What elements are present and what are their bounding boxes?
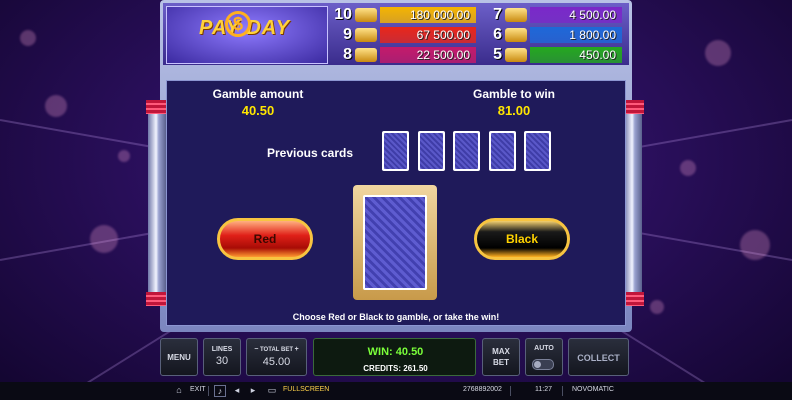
black-button[interactable]: Black <box>474 218 570 260</box>
credits-amount: CREDITS: 261.50 <box>363 364 428 373</box>
auto-button[interactable]: AUTO <box>525 338 563 376</box>
bet-increase-icon[interactable]: + <box>295 346 299 353</box>
previous-card <box>524 131 551 171</box>
paytable-symbol-count: 8 <box>343 46 352 63</box>
home-icon[interactable]: ⌂ <box>174 385 184 395</box>
previous-cards-label: Previous cards <box>266 146 354 160</box>
brand-label: NOVOMATIC <box>572 386 614 393</box>
max-bet-label-1: MAX <box>492 347 510 356</box>
paytable-prize-value: 67 500.00 <box>380 27 476 43</box>
previous-card <box>417 131 445 171</box>
right-pillar <box>622 100 644 306</box>
max-bet-button[interactable]: MAX BET <box>482 338 520 376</box>
total-bet-value: 45.00 <box>262 356 291 368</box>
exit-link[interactable]: EXIT <box>190 386 206 393</box>
paytable-prize-value: 1 800.00 <box>530 27 622 43</box>
bokeh-light <box>20 30 36 46</box>
black-button-label: Black <box>505 232 539 246</box>
gamble-to-win-label: Gamble to win <box>472 87 555 101</box>
previous-card <box>453 131 480 171</box>
total-bet-control: − TOTAL BET + 45.00 <box>246 338 307 376</box>
lines-label: LINES <box>211 346 233 353</box>
paytable-row: 9 67 500.00 <box>330 26 476 44</box>
collect-button[interactable]: COLLECT <box>568 338 629 376</box>
paytable-row: 10 180 000.00 <box>330 6 476 24</box>
paytable-symbol-count: 10 <box>334 6 352 23</box>
win-display: WIN: 40.50 CREDITS: 261.50 <box>313 338 476 376</box>
paytable-symbol-count: 7 <box>493 6 502 23</box>
sound-icon[interactable]: ♪ <box>214 385 226 397</box>
card-back <box>363 195 427 290</box>
pillar-cap <box>146 292 168 306</box>
red-button[interactable]: Red <box>217 218 313 260</box>
menu-button-label: MENU <box>167 353 191 362</box>
paytable-row: 5 450.00 <box>480 46 626 64</box>
dollar-coin-icon: $ <box>225 11 251 37</box>
gamble-hint-text: Choose Red or Black to gamble, or take t… <box>292 312 500 322</box>
pay-day-symbol-icon <box>505 48 527 62</box>
pay-day-symbol-icon <box>505 28 527 42</box>
bokeh-light <box>650 300 664 314</box>
pay-day-symbol-icon <box>355 28 377 42</box>
session-id: 2768892002 <box>463 386 502 393</box>
pay-day-symbol-icon <box>355 8 377 22</box>
max-bet-label-2: BET <box>493 358 509 367</box>
bokeh-light <box>705 40 731 66</box>
paytable-symbol-count: 6 <box>493 26 502 43</box>
footer-divider <box>562 386 563 396</box>
collect-label: COLLECT <box>577 353 620 363</box>
bokeh-light <box>740 230 770 260</box>
fullscreen-icon[interactable]: ▭ <box>267 385 277 395</box>
total-bet-label-text: TOTAL BET <box>260 347 293 353</box>
pay-day-logo: PAY DAY $ <box>166 6 328 64</box>
paytable-row: 7 4 500.00 <box>480 6 626 24</box>
bet-decrease-icon[interactable]: − <box>254 346 258 353</box>
volume-down-icon[interactable]: ◂ <box>232 385 242 395</box>
paytable: 10 180 000.00 9 67 500.00 8 22 500.00 7 4 500.0… <box>330 6 626 64</box>
paytable-prize-value: 450.00 <box>530 47 622 63</box>
gamble-amount-value: 40.50 <box>241 103 275 118</box>
bokeh-light <box>680 160 696 176</box>
paytable-prize-value: 180 000.00 <box>380 7 476 23</box>
bokeh-light <box>45 95 67 117</box>
left-pillar <box>146 100 168 306</box>
fullscreen-link[interactable]: FULLSCREEN <box>283 386 329 393</box>
paytable-symbol-count: 5 <box>493 46 502 63</box>
lines-value: 30 <box>215 355 229 367</box>
gamble-to-win-value: 81.00 <box>497 103 531 118</box>
auto-label: AUTO <box>534 345 554 352</box>
red-button-label: Red <box>253 232 277 246</box>
footer-divider <box>510 386 511 396</box>
paytable-symbol-count: 9 <box>343 26 352 43</box>
paytable-row: 8 22 500.00 <box>330 46 476 64</box>
previous-card <box>382 131 409 171</box>
pay-day-symbol-icon <box>505 8 527 22</box>
clock: 11:27 <box>535 386 552 393</box>
win-amount: WIN: 40.50 <box>367 346 424 358</box>
footer-divider <box>208 386 209 396</box>
footer-bar <box>0 382 792 400</box>
bokeh-light <box>118 150 130 162</box>
total-bet-label: − TOTAL BET + <box>247 346 306 353</box>
pillar-cap <box>146 100 168 114</box>
lines-display: LINES 30 <box>203 338 241 376</box>
volume-up-icon[interactable]: ▸ <box>248 385 258 395</box>
pay-day-symbol-icon <box>355 48 377 62</box>
paytable-prize-value: 22 500.00 <box>380 47 476 63</box>
previous-card <box>488 131 516 171</box>
paytable-prize-value: 4 500.00 <box>530 7 622 23</box>
bokeh-light <box>90 225 118 253</box>
auto-toggle[interactable] <box>532 359 554 370</box>
gamble-amount-label: Gamble amount <box>212 87 304 101</box>
menu-button[interactable]: MENU <box>160 338 198 376</box>
gamble-card <box>353 185 437 300</box>
paytable-row: 6 1 800.00 <box>480 26 626 44</box>
